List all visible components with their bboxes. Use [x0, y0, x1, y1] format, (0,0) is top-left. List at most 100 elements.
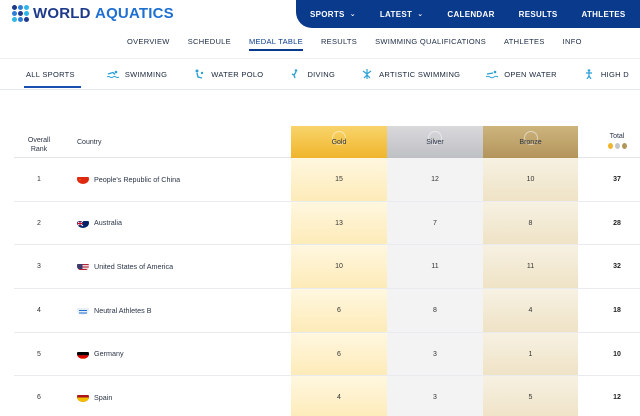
- country-name: Germany: [94, 349, 124, 359]
- subnav-swimming-qualifications[interactable]: SWIMMING QUALIFICATIONS: [375, 32, 486, 50]
- tab-label: HIGH D: [600, 69, 629, 79]
- silver-count-cell: 3: [433, 394, 437, 402]
- table-header: Overall Rank Country Gold Silver Bronze T…: [14, 126, 640, 158]
- subnav-results[interactable]: RESULTS: [321, 32, 357, 50]
- topnav-athletes[interactable]: ATHLETES: [582, 10, 626, 19]
- country-cell[interactable]: United States of America: [77, 261, 173, 272]
- country-name: People's Republic of China: [94, 174, 181, 184]
- table-row[interactable]: 5 Germany 6 3 1 10: [14, 332, 640, 377]
- rank-cell: 2: [37, 219, 41, 227]
- tab-diving[interactable]: DIVING: [289, 58, 335, 90]
- total-medals-icons: [594, 143, 640, 149]
- table-body: 1 People's Republic of China 15 12 10 37 2 Aust…: [14, 158, 640, 416]
- tab-label: WATER POLO: [211, 69, 264, 79]
- header-total-label: Total: [609, 133, 625, 140]
- total-count-cell: 28: [613, 219, 621, 227]
- tab-label: DIVING: [307, 69, 336, 79]
- world-aquatics-logo[interactable]: WORLD AQUATICS: [12, 2, 174, 24]
- table-row[interactable]: 6 Spain 4 3 5 12: [14, 376, 640, 416]
- bronze-count-cell: 10: [526, 176, 535, 183]
- bronze-count-cell: 1: [528, 350, 533, 358]
- topnav-latest[interactable]: LATEST ⌄: [380, 10, 424, 19]
- bronze-count-cell: 4: [528, 307, 533, 315]
- subnav-medal-table[interactable]: MEDAL TABLE: [248, 32, 303, 51]
- subnav-overview[interactable]: OVERVIEW: [127, 32, 170, 50]
- country-name: Neutral Athletes B: [94, 305, 152, 315]
- table-row[interactable]: 4 Neutral Athletes B 6 8 4 18: [14, 289, 640, 333]
- silver-medal-icon: [614, 143, 620, 149]
- total-count-cell: 10: [613, 350, 621, 358]
- gold-count-cell: 4: [337, 394, 341, 402]
- tab-label: ALL SPORTS: [26, 69, 75, 79]
- gold-count-cell: 13: [335, 219, 343, 227]
- gold-medal-icon: [607, 143, 613, 149]
- usa-flag-icon: [77, 261, 89, 272]
- tab-water-polo[interactable]: WATER POLO: [193, 58, 263, 90]
- logo-text: WORLD AQUATICS: [33, 4, 174, 22]
- total-count-cell: 12: [613, 394, 621, 402]
- total-count-cell: 37: [613, 176, 621, 183]
- topnav-sports[interactable]: SPORTS ⌄: [310, 10, 356, 19]
- header-total[interactable]: Total: [594, 132, 640, 149]
- silver-count-cell: 8: [433, 307, 437, 315]
- topnav-label: CALENDAR: [447, 9, 495, 19]
- tab-high-diving[interactable]: HIGH D: [583, 58, 629, 90]
- gold-count-cell: 15: [335, 176, 343, 183]
- spain-flag-icon: [77, 392, 89, 403]
- artistic-swimming-icon: [362, 69, 372, 79]
- rank-cell: 6: [37, 394, 41, 402]
- subnav-schedule[interactable]: SCHEDULE: [188, 32, 231, 50]
- tab-label: ARTISTIC SWIMMING: [379, 69, 461, 79]
- topnav-label: RESULTS: [518, 9, 558, 19]
- water-polo-icon: [195, 69, 204, 79]
- table-row[interactable]: 1 People's Republic of China 15 12 10 37: [14, 158, 640, 202]
- bronze-count-cell: 5: [528, 394, 533, 402]
- header-country[interactable]: Country: [77, 139, 102, 146]
- table-row[interactable]: 3 United States of America 10 11 11 32: [14, 245, 640, 290]
- germany-flag-icon: [77, 349, 89, 359]
- header-gold[interactable]: Gold: [291, 126, 387, 158]
- country-cell[interactable]: Neutral Athletes B: [77, 305, 152, 316]
- country-cell[interactable]: Spain: [77, 392, 112, 403]
- country-cell[interactable]: Australia: [77, 218, 122, 228]
- chevron-down-icon: ⌄: [349, 11, 356, 18]
- rank-cell: 5: [37, 350, 41, 358]
- silver-count-cell: 11: [431, 263, 439, 271]
- rank-cell: 1: [37, 176, 41, 183]
- site-header: WORLD AQUATICS SPORTS ⌄ LATEST ⌄ CALENDAR …: [0, 0, 640, 52]
- topnav-label: ATHLETES: [581, 9, 626, 19]
- high-diving-icon: [585, 69, 592, 79]
- tab-all-sports[interactable]: ALL SPORTS: [20, 58, 81, 90]
- header-bronze[interactable]: Bronze: [483, 126, 578, 158]
- medal-table-page: WORLD AQUATICS SPORTS ⌄ LATEST ⌄ CALENDAR …: [0, 0, 640, 416]
- sport-filter-tabs: ALL SPORTS SWIMMING WATER POLO DIVING AR…: [0, 58, 640, 90]
- subnav-athletes[interactable]: ATHLETES: [504, 32, 545, 50]
- gold-count-cell: 6: [337, 350, 341, 358]
- bronze-count-cell: 11: [526, 263, 535, 271]
- tab-label: OPEN WATER: [504, 69, 557, 79]
- event-subnav: OVERVIEW SCHEDULE MEDAL TABLE RESULTS SW…: [118, 30, 640, 52]
- diving-icon: [292, 69, 298, 79]
- header-gold-label: Gold: [331, 139, 347, 146]
- bronze-count-cell: 8: [528, 219, 533, 227]
- tab-open-water[interactable]: OPEN WATER: [486, 58, 557, 90]
- topnav-label: LATEST: [379, 9, 413, 19]
- bronze-medal-icon: [621, 143, 627, 149]
- header-overall-rank[interactable]: Overall Rank: [14, 136, 64, 154]
- subnav-info[interactable]: INFO: [563, 32, 582, 50]
- topnav-calendar[interactable]: CALENDAR: [447, 10, 494, 19]
- neutral-flag-icon: [77, 305, 89, 316]
- topnav-results[interactable]: RESULTS: [519, 10, 558, 19]
- header-bronze-label: Bronze: [519, 139, 542, 146]
- china-flag-icon: [77, 174, 89, 184]
- country-cell[interactable]: Germany: [77, 349, 124, 359]
- country-cell[interactable]: People's Republic of China: [77, 174, 180, 184]
- header-silver[interactable]: Silver: [387, 126, 483, 158]
- country-name: Australia: [94, 218, 122, 228]
- tab-artistic-swimming[interactable]: ARTISTIC SWIMMING: [361, 58, 460, 90]
- tab-swimming[interactable]: SWIMMING: [106, 58, 167, 90]
- gold-count-cell: 6: [337, 307, 341, 315]
- top-navigation: SPORTS ⌄ LATEST ⌄ CALENDAR RESULTS ATHLETE…: [296, 0, 640, 28]
- australia-flag-icon: [77, 218, 89, 228]
- table-row[interactable]: 2 Australia 13 7 8 28: [14, 201, 640, 246]
